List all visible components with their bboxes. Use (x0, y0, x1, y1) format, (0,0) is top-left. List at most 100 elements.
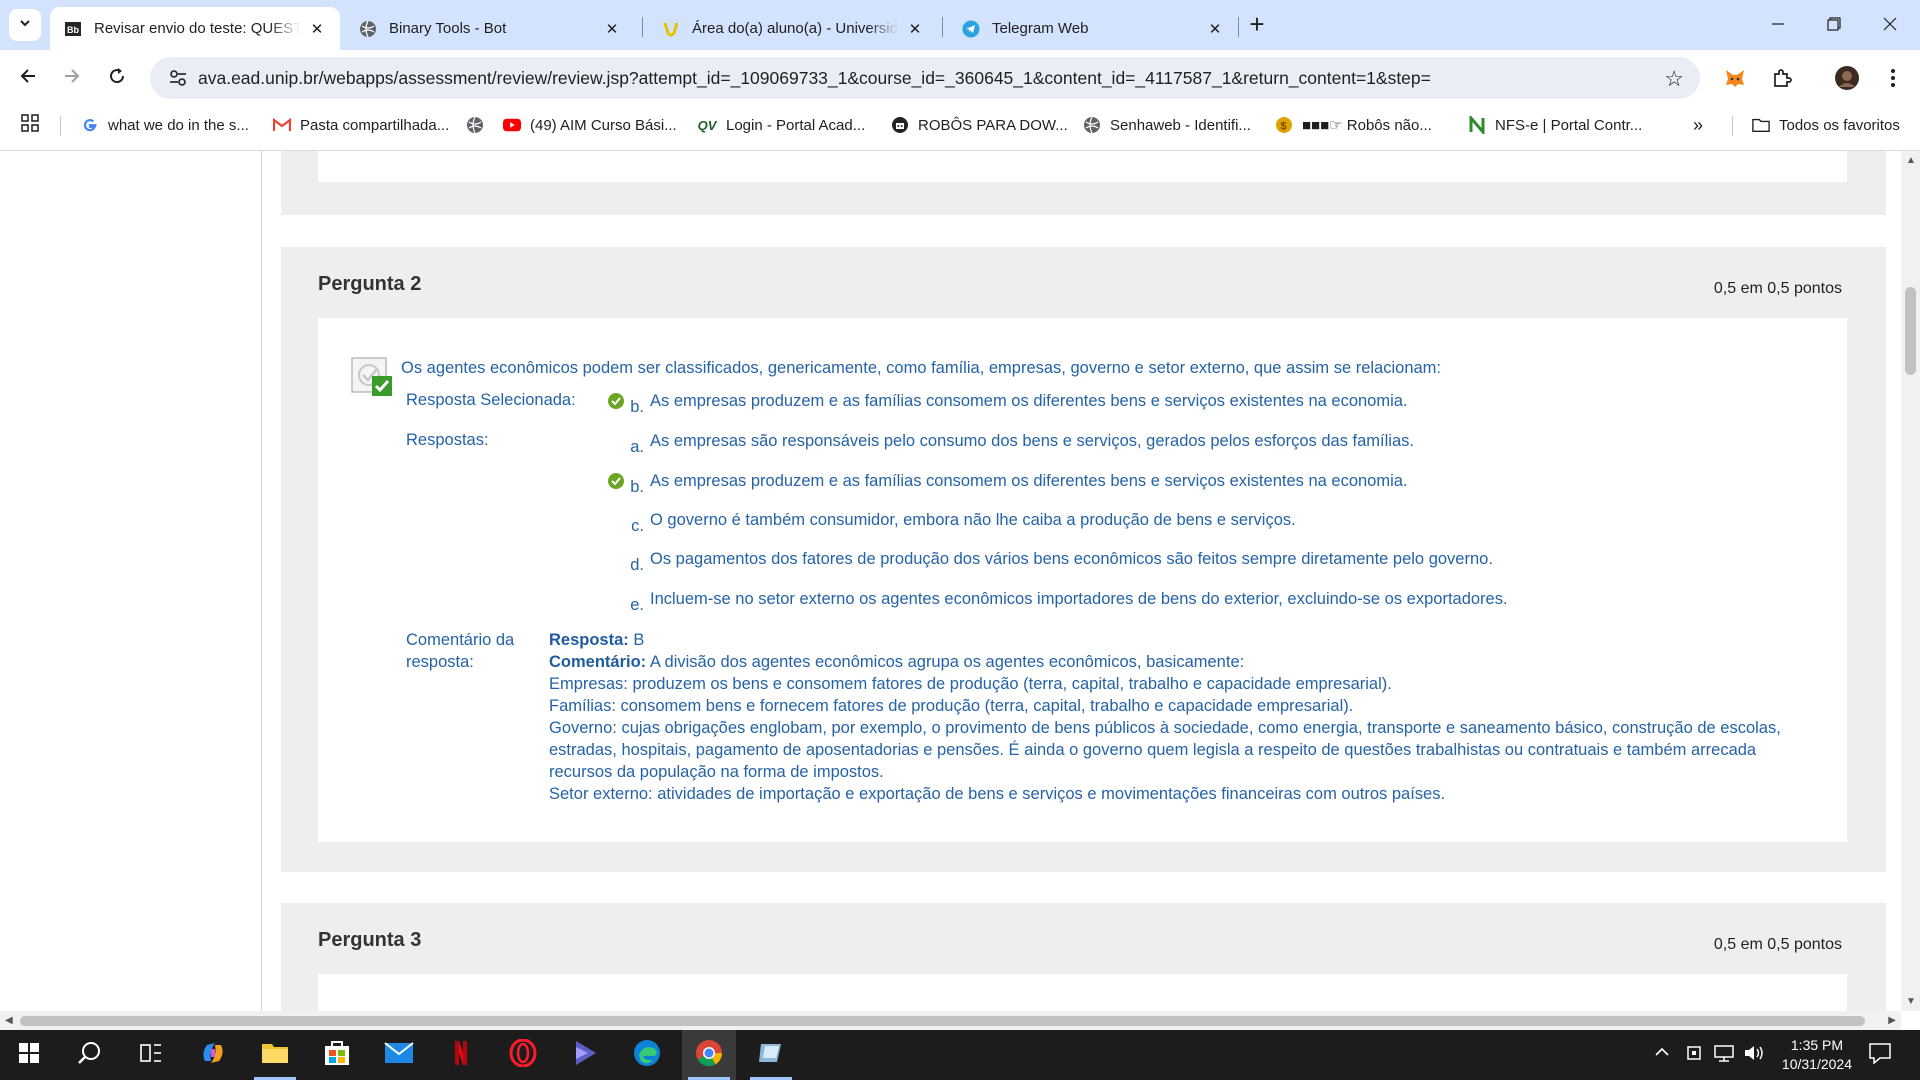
telegram-icon (962, 20, 980, 38)
tab-telegram[interactable]: Telegram Web ✕ (948, 7, 1238, 50)
bookmark-senhaweb[interactable]: Senhaweb - Identifi... (1083, 107, 1251, 143)
scroll-left-icon[interactable]: ◀ (5, 1015, 13, 1026)
reload-button[interactable] (100, 61, 134, 95)
search-button[interactable] (63, 1030, 117, 1080)
close-icon[interactable]: ✕ (906, 20, 924, 38)
taskbar-edge[interactable] (620, 1030, 674, 1080)
taskbar-netflix[interactable] (434, 1030, 488, 1080)
edge-icon (633, 1039, 661, 1072)
bookmark-aim-curso[interactable]: (49) AIM Curso Bási... (503, 107, 677, 143)
bookmark-robos-nao[interactable]: $ ■■■☞ Robôs não... (1275, 107, 1432, 143)
question-3-body (318, 974, 1847, 1011)
bookmark-divider (1732, 116, 1733, 136)
svg-text:Bb: Bb (67, 25, 79, 35)
scroll-down-icon[interactable]: ▼ (1906, 996, 1916, 1007)
close-icon[interactable]: ✕ (308, 20, 326, 38)
minimize-button[interactable] (1748, 0, 1808, 50)
taskbar-app[interactable] (744, 1030, 798, 1080)
address-bar[interactable]: ava.ead.unip.br/webapps/assessment/revie… (150, 57, 1700, 99)
task-view-button[interactable] (124, 1030, 178, 1080)
horizontal-scrollbar[interactable]: ◀ ▶ (0, 1011, 1901, 1030)
scroll-up-icon[interactable]: ▲ (1906, 155, 1916, 166)
question-points: 0,5 em 0,5 pontos (1713, 936, 1842, 953)
vertical-scrollbar[interactable]: ▲ ▼ (1901, 151, 1920, 1011)
profile-avatar[interactable] (1830, 61, 1864, 95)
volume-icon[interactable] (1743, 1044, 1765, 1067)
notifications-icon[interactable] (1868, 1042, 1892, 1069)
browser-menu-icon[interactable] (1876, 61, 1910, 95)
chrome-icon (695, 1039, 723, 1072)
vertical-scroll-thumb[interactable] (1905, 287, 1916, 375)
apps-grid-button[interactable] (21, 107, 39, 143)
page-content: Pergunta 2 0,5 em 0,5 pontos Os agentes … (0, 151, 1901, 1011)
taskbar-media-player[interactable] (558, 1030, 612, 1080)
selected-answer-letter: b. (630, 398, 644, 416)
system-clock[interactable]: 1:35 PM 10/31/2024 (1782, 1036, 1852, 1074)
tab-area-aluno[interactable]: Área do(a) aluno(a) - Universidade ✕ (648, 7, 938, 50)
chevron-up-icon[interactable] (1654, 1044, 1670, 1065)
answer-option-e: e. Incluem-se no setor externo os agente… (630, 590, 1508, 614)
metamask-extension-icon[interactable] (1718, 61, 1752, 95)
unip-icon (662, 20, 680, 38)
answer-option-c: c. O governo é também consumidor, embora… (631, 511, 1296, 535)
forward-button[interactable] (55, 61, 89, 95)
taskbar-chrome[interactable] (682, 1030, 736, 1080)
tab-separator (642, 17, 643, 37)
new-tab-button[interactable]: + (1242, 10, 1272, 40)
browser-toolbar: ava.ead.unip.br/webapps/assessment/revie… (0, 50, 1920, 107)
bookmark-nfse[interactable]: NFS-e | Portal Contr... (1468, 107, 1642, 143)
site-settings-icon[interactable] (158, 69, 198, 87)
question-title: Pergunta 2 (318, 273, 422, 295)
tab-binary-tools[interactable]: Binary Tools - Bot ✕ (345, 7, 635, 50)
answers-label: Respostas: (406, 431, 489, 449)
all-bookmarks-folder[interactable]: Todos os favoritos (1752, 107, 1900, 143)
restore-button[interactable] (1804, 0, 1864, 50)
tab-revisar-envio[interactable]: Bb Revisar envio do teste: QUESTIONÁRIO … (50, 7, 340, 50)
restore-icon (1827, 15, 1841, 36)
question-1-block (281, 151, 1886, 215)
tab-search-button[interactable] (9, 9, 41, 41)
folder-icon (261, 1041, 289, 1070)
bookmarks-overflow-button[interactable]: » (1693, 107, 1703, 143)
selected-answer-text: As empresas produzem e as famílias conso… (650, 392, 1408, 410)
arrow-right-icon (63, 65, 81, 91)
bookmark-what-we-do[interactable]: what we do in the s... (81, 107, 249, 143)
close-window-button[interactable] (1860, 0, 1920, 50)
question-1-body (318, 151, 1847, 182)
bookmark-robos-para-dow[interactable]: ROBÔS PARA DOW... (891, 107, 1068, 143)
reload-icon (108, 65, 126, 91)
qv-icon: QV (697, 117, 717, 133)
question-2-body: Os agentes econômicos podem ser classifi… (318, 318, 1847, 842)
taskbar-file-explorer[interactable] (248, 1030, 302, 1080)
taskbar-mail[interactable] (372, 1030, 426, 1080)
taskbar-copilot[interactable] (186, 1030, 240, 1080)
answer-option-b: b. As empresas produzem e as famílias co… (606, 471, 1408, 496)
scroll-right-icon[interactable]: ▶ (1888, 1015, 1896, 1026)
folder-icon (1752, 116, 1770, 134)
answer-option-d: d. Os pagamentos dos fatores de produção… (630, 550, 1493, 574)
nfse-icon (1468, 116, 1486, 134)
taskbar-store[interactable] (310, 1030, 364, 1080)
search-icon (78, 1041, 102, 1070)
device-icon[interactable] (1685, 1044, 1703, 1067)
extensions-puzzle-icon[interactable] (1765, 61, 1799, 95)
bookmark-globe[interactable] (466, 107, 493, 143)
bookmark-pasta-compartilhada[interactable]: Pasta compartilhada... (273, 107, 449, 143)
url-text[interactable]: ava.ead.unip.br/webapps/assessment/revie… (198, 68, 1431, 89)
copilot-icon (199, 1039, 227, 1072)
bookmark-star-icon[interactable]: ☆ (1664, 66, 1684, 92)
back-button[interactable] (11, 61, 45, 95)
bookmark-login-portal[interactable]: QV Login - Portal Acad... (697, 107, 866, 143)
answer-option-a: a. As empresas são responsáveis pelo con… (630, 432, 1414, 456)
blackboard-icon: Bb (64, 20, 82, 38)
close-icon (1883, 15, 1897, 36)
close-icon[interactable]: ✕ (603, 20, 621, 38)
start-button[interactable] (2, 1030, 56, 1080)
arrow-left-icon (19, 65, 37, 91)
taskbar-opera[interactable] (496, 1030, 550, 1080)
selected-answer-label: Resposta Selecionada: (406, 391, 576, 409)
close-icon[interactable]: ✕ (1206, 20, 1224, 38)
network-icon[interactable] (1713, 1044, 1735, 1067)
horizontal-scroll-thumb[interactable] (20, 1016, 1865, 1026)
question-3-block: Pergunta 3 0,5 em 0,5 pontos (281, 903, 1886, 1011)
